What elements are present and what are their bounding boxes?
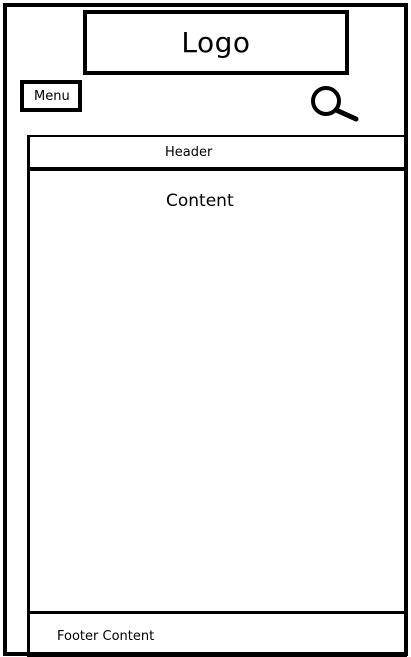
menu-button-label: Menu [34,88,70,104]
panel-header-label: Header [165,144,213,160]
logo-placeholder: Logo [83,10,349,75]
phone-frame: Logo Menu Header Content Footer Content [3,3,408,657]
content-label: Content [166,191,234,211]
logo-label: Logo [181,26,251,59]
search-icon[interactable] [310,85,362,123]
panel-header: Header [30,137,404,171]
content-area: Content [30,171,404,611]
footer-label: Footer Content [57,629,155,644]
panel-footer: Footer Content [30,611,404,655]
menu-button[interactable]: Menu [20,80,82,112]
content-panel: Header Content Footer Content [27,135,407,657]
